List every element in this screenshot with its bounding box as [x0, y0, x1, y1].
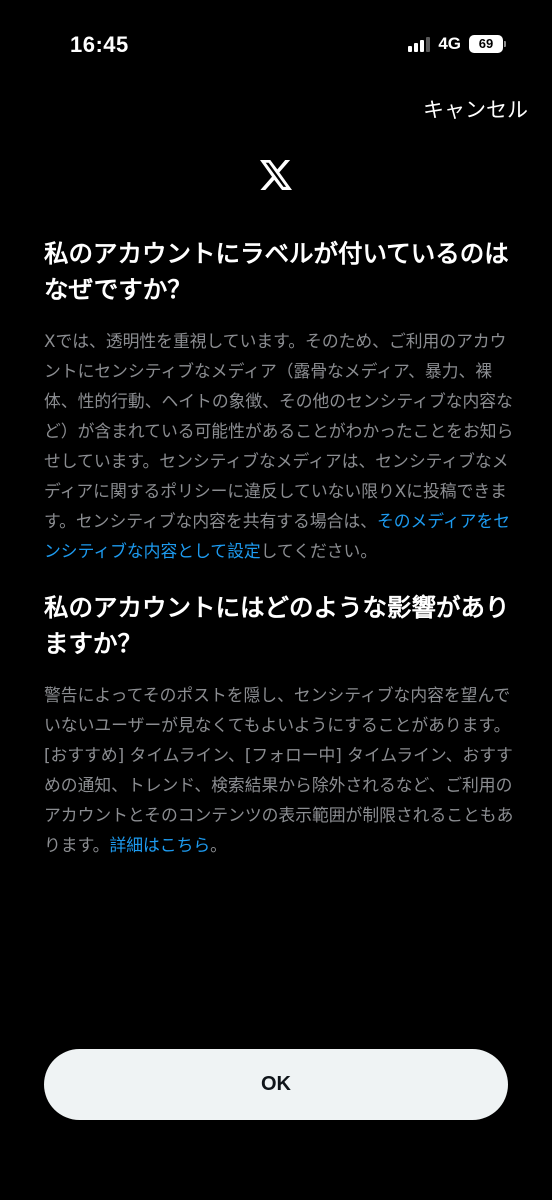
section-body-why-labeled: Xでは、透明性を重視しています。そのため、ご利用のアカウントにセンシティブなメデ… [44, 326, 514, 566]
learn-more-link[interactable]: 詳細はこちら [109, 835, 210, 855]
body-text: してください。 [260, 541, 378, 561]
body-text: 。 [210, 835, 227, 855]
network-type: 4G [438, 34, 461, 53]
cancel-button[interactable]: キャンセル [423, 94, 528, 124]
ok-button[interactable]: OK [44, 1049, 508, 1120]
body-text: Xでは、透明性を重視しています。そのため、ご利用のアカウントにセンシティブなメデ… [44, 331, 514, 531]
signal-bars-icon [408, 36, 431, 52]
section-body-impact: 警告によってそのポストを隠し、センシティブな内容を望んでいないユーザーが見なくて… [44, 680, 514, 860]
battery-icon: 69 [469, 35, 506, 53]
x-logo-icon [260, 160, 292, 190]
status-time: 16:45 [70, 32, 129, 57]
section-title-why-labeled: 私のアカウントにラベルが付いているのはなぜですか？ [44, 239, 509, 304]
status-bar: 16:45 4G 69 [0, 0, 552, 90]
section-title-impact: 私のアカウントにはどのような影響がありますか？ [44, 593, 510, 658]
battery-tip [504, 41, 506, 47]
explanation-content: 私のアカウントにラベルが付いているのはなぜですか？ Xでは、透明性を重視していま… [44, 236, 514, 860]
status-indicators: 4G 69 [408, 34, 506, 54]
battery-level: 69 [469, 35, 503, 53]
body-text: 警告によってそのポストを隠し、センシティブな内容を望んでいないユーザーが見なくて… [44, 685, 514, 855]
